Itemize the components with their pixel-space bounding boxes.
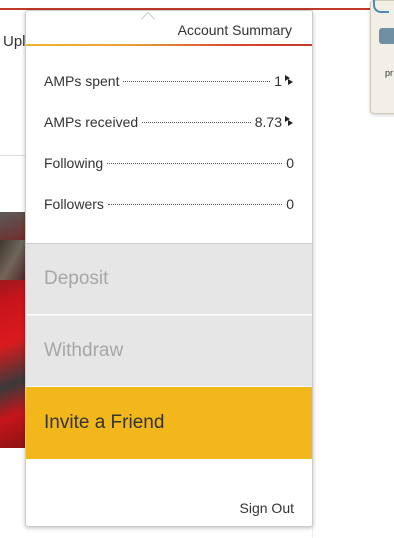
invite-friend-button[interactable]: Invite a Friend xyxy=(26,387,312,459)
amp-icon xyxy=(285,116,293,126)
amp-icon xyxy=(285,75,293,85)
stat-value: 0 xyxy=(286,155,294,171)
stat-value: 8.73 xyxy=(254,114,282,130)
upload-link-partial[interactable]: Upl xyxy=(3,33,26,50)
deposit-button[interactable]: Deposit xyxy=(26,243,312,314)
stat-amps-received: AMPs received 8.73 xyxy=(44,114,294,155)
stat-label: AMPs spent xyxy=(44,73,120,89)
dropdown-header: Account Summary xyxy=(26,11,312,46)
stat-following[interactable]: Following 0 xyxy=(44,155,294,196)
stat-label: Followers xyxy=(44,196,104,212)
withdraw-button[interactable]: Withdraw xyxy=(26,315,312,386)
content-divider-horizontal xyxy=(0,155,26,156)
header-gradient-line xyxy=(26,44,312,46)
sign-out-link[interactable]: Sign Out xyxy=(240,500,294,516)
stat-value: 0 xyxy=(286,196,294,212)
card-button[interactable] xyxy=(379,28,394,44)
card-corner-icon xyxy=(373,0,389,13)
account-dropdown: Account Summary AMPs spent 1 AMPs receiv… xyxy=(25,10,313,527)
stats-list: AMPs spent 1 AMPs received 8.73 Followin… xyxy=(44,73,294,237)
dropdown-title: Account Summary xyxy=(177,22,292,38)
stat-label: AMPs received xyxy=(44,114,139,130)
stat-label: Following xyxy=(44,155,104,171)
background-photo-detail xyxy=(0,240,26,280)
side-card: pr xyxy=(370,0,394,114)
stat-amps-spent: AMPs spent 1 xyxy=(44,73,294,114)
dot-leader xyxy=(123,81,271,82)
dot-leader xyxy=(107,163,283,164)
stat-followers[interactable]: Followers 0 xyxy=(44,196,294,237)
dot-leader xyxy=(142,122,251,123)
stat-value: 1 xyxy=(274,73,282,89)
card-text: pr xyxy=(385,68,394,78)
dot-leader xyxy=(107,204,283,205)
